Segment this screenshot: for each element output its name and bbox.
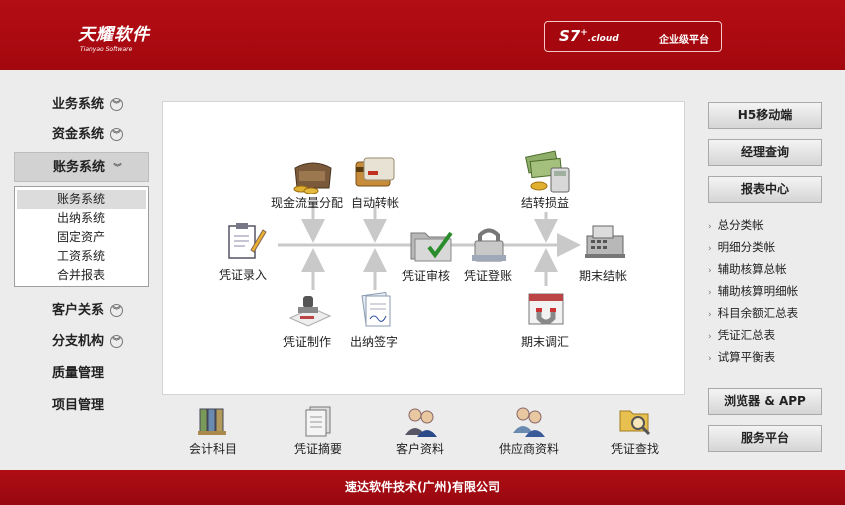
customer-people-icon [405,408,437,437]
flow-carry-forward-pl[interactable]: 结转损益 [521,194,569,211]
flow-voucher-audit[interactable]: 凭证审核 [402,267,450,284]
submenu-item-consolidation[interactable]: 合并报表 [17,266,146,285]
nav-item-branches[interactable]: 分支机构 ︾ [14,327,149,357]
flow-cash-flow-allocation[interactable]: 现金流量分配 [271,194,343,211]
money-calculator-icon[interactable] [525,150,571,194]
folders-check-icon[interactable] [407,225,455,263]
tool-voucher-search-label: 凭证查找 [610,442,659,456]
header-bar: 天耀软件 Tianyao Software S7+.cloud 企业级平台 [0,0,845,70]
product-name: S7+.cloud [559,27,619,45]
document-stack-icon [305,406,331,437]
accounting-submenu: 账务系统 出纳系统 固定资产 工资系统 合并报表 [14,186,149,287]
nav-item-crm[interactable]: 客户关系 ︾ [14,296,149,326]
card-icon[interactable] [354,156,396,192]
tool-voucher-summary[interactable]: 凭证摘要 [288,405,348,457]
brand-name-en: Tianyao Software [80,46,133,53]
signed-document-icon[interactable] [356,292,396,330]
report-account-balance-summary[interactable]: › 科目余额汇总表 [708,302,798,324]
flow-auto-transfer[interactable]: 自动转帐 [351,194,399,211]
chevron-right-icon: › [708,310,712,320]
report-aux-general-ledger[interactable]: › 辅助核算总帐 [708,258,798,280]
nav-item-quality[interactable]: 质量管理 [14,359,149,389]
brand-name-cn: 天耀软件 [78,25,150,45]
supplier-people-icon [513,407,545,437]
tool-voucher-summary-label: 凭证摘要 [293,442,342,456]
chevron-right-icon: › [708,332,712,342]
submenu-item-payroll[interactable]: 工资系统 [17,247,146,266]
stamp-icon[interactable] [288,292,332,328]
tool-customer-info[interactable]: 客户资料 [390,405,450,457]
service-platform-button[interactable]: 服务平台 [708,425,822,452]
double-chevron-down-icon: ︾ [110,304,124,317]
tool-supplier-info[interactable]: 供应商资料 [493,405,565,457]
report-trial-balance[interactable]: › 试算平衡表 [708,346,798,368]
submenu-item-fixed-assets[interactable]: 固定资产 [17,228,146,247]
folder-search-icon [619,410,651,436]
wallet-coins-icon[interactable] [291,158,335,194]
calendar-magnet-icon[interactable] [525,288,567,330]
submenu-item-cashier[interactable]: 出纳系统 [17,209,146,228]
cash-register-icon[interactable] [583,220,629,260]
chevron-right-icon: › [708,288,712,298]
report-voucher-summary[interactable]: › 凭证汇总表 [708,324,798,346]
flow-voucher-entry[interactable]: 凭证录入 [219,266,267,283]
chevron-right-icon: › [708,222,712,232]
manager-query-button[interactable]: 经理查询 [708,139,822,166]
flow-voucher-posting[interactable]: 凭证登账 [464,267,512,284]
report-list: › 总分类帐 › 明细分类帐 › 辅助核算总帐 › 辅助核算明细帐 › 科目余额汇总表 ›… [708,214,798,368]
binders-icon [198,408,226,435]
footer-company: 速达软件技术(广州)有限公司 [0,470,845,505]
chevron-right-icon: › [708,266,712,276]
h5-mobile-button[interactable]: H5移动端 [708,102,822,129]
flow-period-closing[interactable]: 期末结帐 [579,267,627,284]
double-chevron-down-icon: ︾ [110,335,124,348]
double-chevron-down-icon: ︾ [113,163,122,172]
tool-accounts[interactable]: 会计科目 [183,405,243,457]
tool-voucher-search[interactable]: 凭证查找 [605,405,665,457]
brand-logo: 天耀软件 Tianyao Software [78,20,150,53]
flow-cashier-signature[interactable]: 出纳签字 [350,333,398,350]
submenu-item-accounting[interactable]: 账务系统 [17,190,146,209]
nav-item-projects[interactable]: 项目管理 [14,391,149,421]
double-chevron-down-icon: ︾ [110,98,124,111]
clipboard-pencil-icon[interactable] [225,220,267,262]
chevron-right-icon: › [708,354,712,364]
platform-label: 企业级平台 [659,35,709,46]
padlock-icon[interactable] [470,225,508,263]
flow-period-exchange-adjust[interactable]: 期末调汇 [521,333,569,350]
accounting-flow-panel: 凭证录入 现金流量分配 自动转帐 凭证审核 凭证登账 结转损益 期末结帐 凭证制… [162,101,685,395]
report-general-ledger[interactable]: › 总分类帐 [708,214,798,236]
chevron-right-icon: › [708,244,712,254]
report-detail-ledger[interactable]: › 明细分类帐 [708,236,798,258]
tool-customer-info-label: 客户资料 [395,442,444,456]
report-center-button[interactable]: 报表中心 [708,176,822,203]
double-chevron-down-icon: ︾ [110,128,124,141]
nav-item-funds[interactable]: 资金系统 ︾ [14,120,149,150]
tool-supplier-info-label: 供应商资料 [498,442,559,456]
product-badge: S7+.cloud 企业级平台 [544,21,722,52]
flow-voucher-creation[interactable]: 凭证制作 [283,333,331,350]
nav-item-business[interactable]: 业务系统 ︾ [14,90,149,120]
report-aux-detail-ledger[interactable]: › 辅助核算明细帐 [708,280,798,302]
tool-accounts-label: 会计科目 [188,442,237,456]
browser-app-button[interactable]: 浏览器 & APP [708,388,822,415]
nav-item-accounting[interactable]: 账务系统 ︾ [14,152,149,182]
